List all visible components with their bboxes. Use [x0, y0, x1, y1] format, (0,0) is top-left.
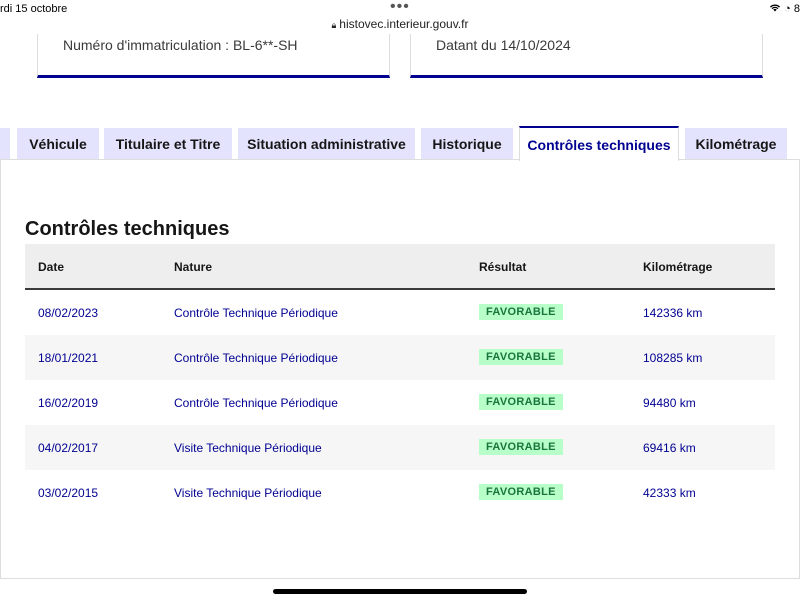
multitasking-dots-icon[interactable]: •••: [390, 0, 410, 16]
report-date-card: Datant du 14/10/2024: [410, 34, 763, 78]
row-nature: Contrôle Technique Périodique: [174, 396, 338, 410]
row-km: 94480 km: [643, 396, 696, 410]
status-system-icons: ◔ 8: [769, 3, 800, 15]
registration-number: Numéro d'immatriculation : BL-6**-SH: [63, 37, 298, 53]
row-km: 108285 km: [643, 351, 703, 365]
row-nature: Contrôle Technique Périodique: [174, 351, 338, 365]
url-text[interactable]: histovec.interieur.gouv.fr: [339, 17, 468, 31]
row-nature: Contrôle Technique Périodique: [174, 306, 338, 320]
registration-card: Numéro d'immatriculation : BL-6**-SH: [37, 34, 390, 78]
row-date: 08/02/2023: [38, 306, 99, 320]
header-km: Kilométrage: [643, 260, 713, 274]
lock-icon: 🔒︎: [331, 20, 337, 30]
row-nature: Visite Technique Périodique: [174, 441, 322, 455]
row-date: 04/02/2017: [38, 441, 99, 455]
battery-icon: ◔: [784, 3, 791, 15]
row-km: 69416 km: [643, 441, 696, 455]
tab-kilometrage[interactable]: Kilométrage: [685, 128, 787, 160]
row-km: 142336 km: [643, 306, 703, 320]
inspections-table: Date Nature Résultat Kilométrage 08/02/2…: [25, 244, 775, 515]
row-km: 42333 km: [643, 486, 696, 500]
row-date: 03/02/2015: [38, 486, 99, 500]
table-header: Date Nature Résultat Kilométrage: [25, 244, 775, 290]
status-time: rdi 15 octobre: [0, 3, 68, 15]
table-row: 18/01/2021 Contrôle Technique Périodique…: [25, 335, 775, 380]
result-badge: FAVORABLE: [479, 304, 563, 320]
tab-historique[interactable]: Historique: [421, 128, 513, 160]
result-badge: FAVORABLE: [479, 349, 563, 365]
tab-situation-administrative[interactable]: Situation administrative: [238, 128, 415, 160]
tab-controles-techniques[interactable]: Contrôles techniques: [519, 126, 679, 161]
battery-level: 8: [793, 3, 800, 15]
wifi-icon: [769, 3, 784, 15]
result-badge: FAVORABLE: [479, 484, 563, 500]
report-date: Datant du 14/10/2024: [436, 37, 571, 53]
header-date: Date: [38, 260, 65, 274]
table-row: 16/02/2019 Contrôle Technique Périodique…: [25, 380, 775, 425]
row-date: 18/01/2021: [38, 351, 99, 365]
tab-titulaire-titre[interactable]: Titulaire et Titre: [104, 128, 232, 160]
tab-bar: Véhicule Titulaire et Titre Situation ad…: [0, 126, 800, 161]
table-row: 04/02/2017 Visite Technique Périodique F…: [25, 425, 775, 470]
row-date: 16/02/2019: [38, 396, 99, 410]
header-nature: Nature: [174, 260, 213, 274]
result-badge: FAVORABLE: [479, 394, 563, 410]
table-row: 08/02/2023 Contrôle Technique Périodique…: [25, 290, 775, 335]
table-row: 03/02/2015 Visite Technique Périodique F…: [25, 470, 775, 515]
tab-vehicule[interactable]: Véhicule: [17, 128, 99, 160]
home-indicator[interactable]: [273, 589, 527, 594]
url-bar[interactable]: 🔒︎ histovec.interieur.gouv.fr: [0, 17, 800, 31]
result-badge: FAVORABLE: [479, 439, 563, 455]
section-title: Contrôles techniques: [25, 218, 230, 240]
tab-hidden-left[interactable]: [0, 128, 10, 160]
row-nature: Visite Technique Périodique: [174, 486, 322, 500]
header-result: Résultat: [479, 260, 527, 274]
